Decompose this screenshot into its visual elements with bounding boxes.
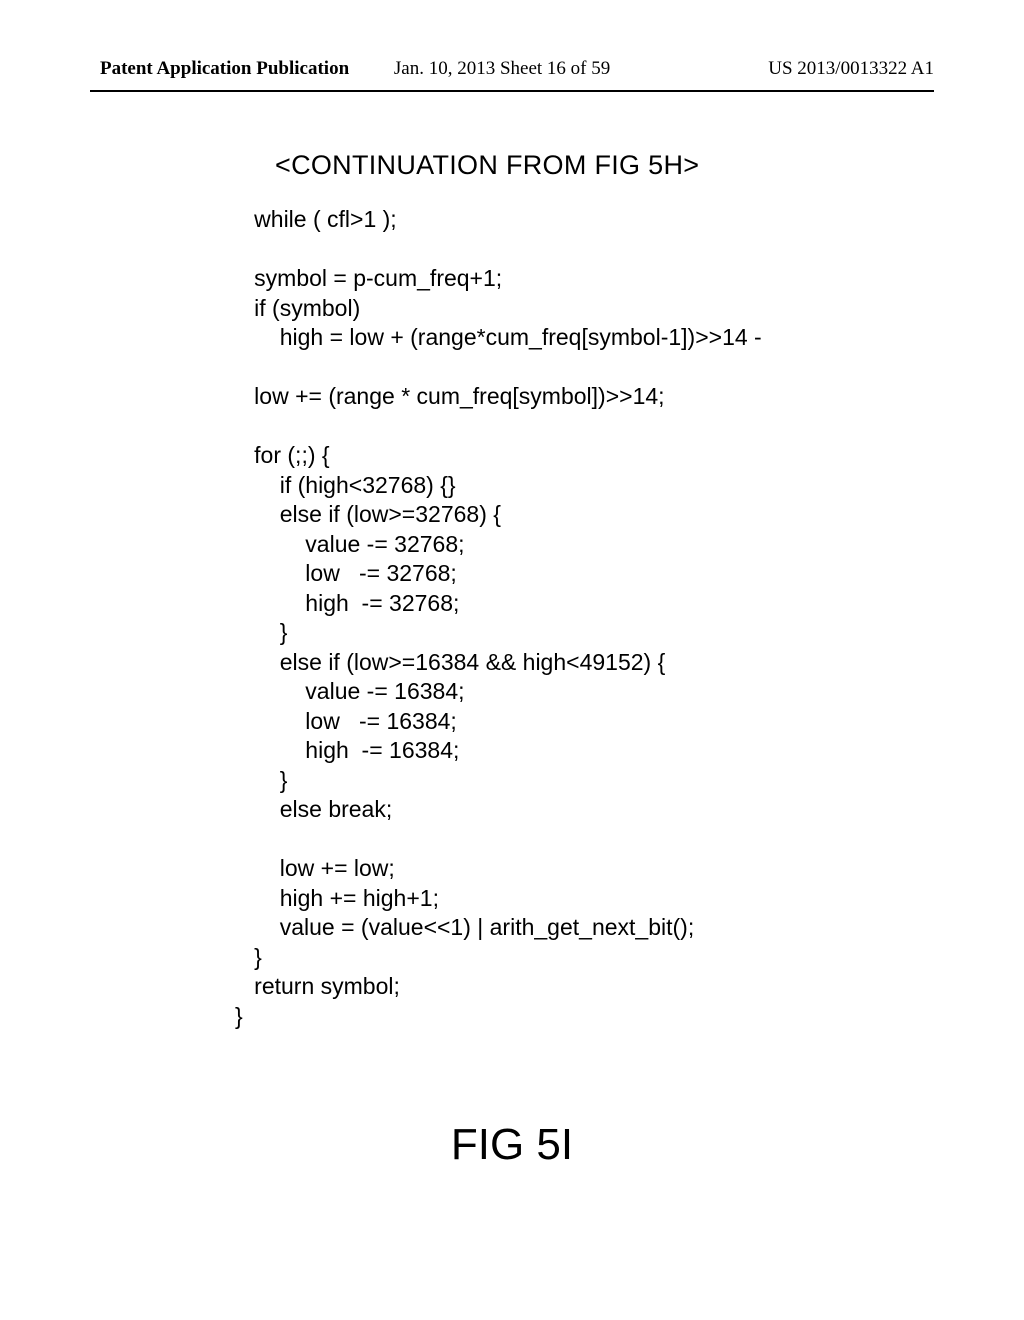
header-rule xyxy=(90,90,934,92)
code-listing: while ( cfl>1 ); symbol = p-cum_freq+1; … xyxy=(235,205,768,1031)
continuation-note: <CONTINUATION FROM FIG 5H> xyxy=(275,150,699,181)
patent-page: Patent Application Publication Jan. 10, … xyxy=(0,0,1024,1320)
header-right: US 2013/0013322 A1 xyxy=(768,58,934,80)
header-left: Patent Application Publication xyxy=(100,58,349,79)
header-center: Jan. 10, 2013 Sheet 16 of 59 xyxy=(394,58,610,79)
figure-label: FIG 5I xyxy=(0,1120,1024,1170)
page-header: Patent Application Publication Jan. 10, … xyxy=(100,58,934,80)
